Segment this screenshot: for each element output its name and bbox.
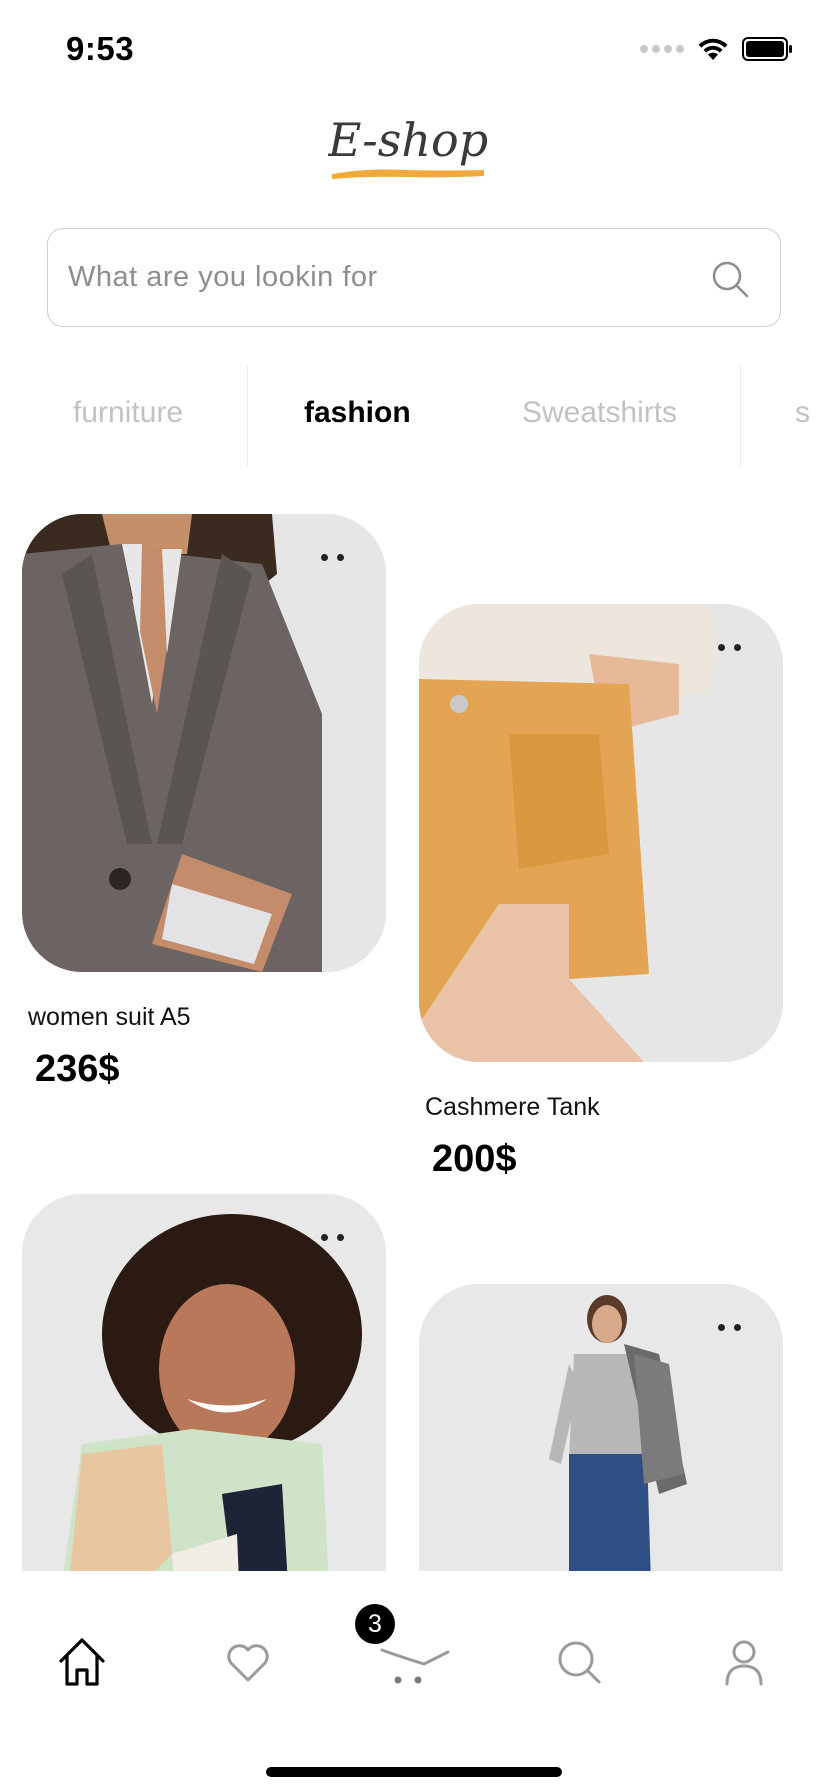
search-icon[interactable]: [710, 259, 750, 299]
product-price: 200$: [432, 1138, 517, 1180]
search-input[interactable]: [68, 229, 668, 325]
category-tabs: furniture fashion Sweatshirts s: [0, 366, 828, 466]
product-image-shorts[interactable]: [419, 604, 783, 1062]
eshop-logo: E-shop: [328, 113, 488, 179]
more-options-icon[interactable]: [718, 1324, 741, 1331]
tab-furniture[interactable]: furniture: [73, 396, 183, 430]
battery-icon: [742, 37, 792, 61]
cart-count-badge: 3: [355, 1604, 395, 1644]
tab-fashion[interactable]: fashion: [304, 396, 411, 430]
status-bar: 9:53: [0, 0, 828, 100]
more-options-icon[interactable]: [718, 644, 741, 651]
heart-icon[interactable]: [222, 1636, 274, 1688]
product-name: Cashmere Tank: [425, 1093, 600, 1121]
product-image-blazer[interactable]: [22, 514, 386, 972]
category-divider: [247, 366, 248, 466]
more-options-icon[interactable]: [321, 554, 344, 561]
tab-sweatshirts[interactable]: Sweatshirts: [522, 396, 677, 430]
search-bar[interactable]: [47, 228, 781, 327]
search-icon[interactable]: [553, 1636, 605, 1688]
user-icon[interactable]: [718, 1636, 770, 1688]
tab-next-category[interactable]: s: [795, 396, 810, 430]
cellular-signal-icon: [640, 45, 684, 53]
more-options-icon[interactable]: [321, 1234, 344, 1241]
cart-icon[interactable]: [380, 1636, 452, 1688]
home-indicator[interactable]: [266, 1767, 562, 1777]
status-time: 9:53: [66, 30, 135, 67]
product-price: 236$: [35, 1048, 120, 1090]
logo-text: E-shop: [328, 113, 488, 167]
home-icon[interactable]: [56, 1636, 108, 1688]
product-name: women suit A5: [28, 1003, 191, 1031]
status-icons: [640, 36, 794, 62]
bottom-navigation: 3: [0, 1571, 828, 1792]
category-divider: [740, 366, 741, 466]
wifi-icon: [698, 38, 728, 60]
